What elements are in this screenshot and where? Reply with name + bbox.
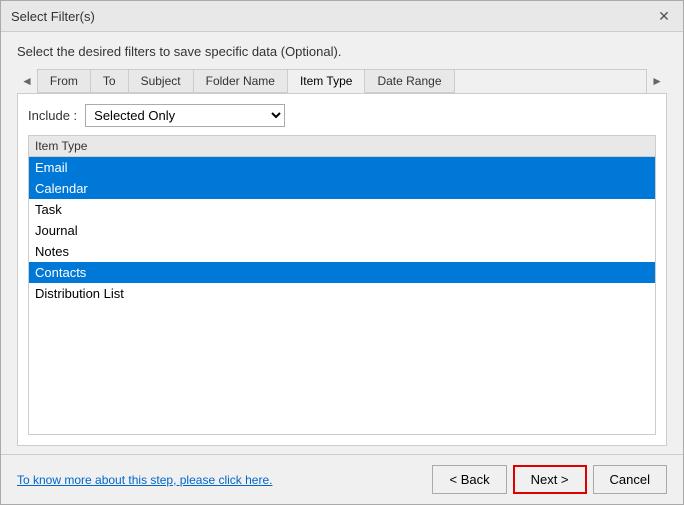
- dialog-body: Select the desired filters to save speci…: [1, 32, 683, 446]
- next-button[interactable]: Next >: [513, 465, 587, 494]
- include-select[interactable]: All Selected Only: [85, 104, 285, 127]
- list-item[interactable]: Journal: [29, 220, 655, 241]
- tab-panel-item-type: Include : All Selected Only Item Type Em…: [17, 93, 667, 446]
- tab-subject[interactable]: Subject: [129, 70, 194, 93]
- list-header: Item Type: [29, 136, 655, 157]
- list-item[interactable]: Task: [29, 199, 655, 220]
- tabs-row: From To Subject Folder Name Item Type Da…: [37, 69, 647, 93]
- dialog-footer: To know more about this step, please cli…: [1, 454, 683, 504]
- list-item[interactable]: Notes: [29, 241, 655, 262]
- item-list-container: Item Type Email Calendar Task Journal No…: [28, 135, 656, 435]
- help-link[interactable]: To know more about this step, please cli…: [17, 473, 272, 487]
- tab-to[interactable]: To: [91, 70, 129, 93]
- tab-arrow-right[interactable]: ►: [647, 72, 667, 90]
- list-header-item-type: Item Type: [35, 139, 649, 153]
- include-row: Include : All Selected Only: [28, 104, 656, 127]
- button-group: < Back Next > Cancel: [432, 465, 667, 494]
- tabs-container: ◄ From To Subject Folder Name Item Type …: [17, 69, 667, 93]
- tab-arrow-left[interactable]: ◄: [17, 72, 37, 90]
- list-body: Email Calendar Task Journal Notes Contac…: [29, 157, 655, 304]
- tab-date-range[interactable]: Date Range: [365, 70, 454, 93]
- title-bar: Select Filter(s) ✕: [1, 1, 683, 32]
- tab-from[interactable]: From: [38, 70, 91, 93]
- list-item[interactable]: Calendar: [29, 178, 655, 199]
- list-item[interactable]: Contacts: [29, 262, 655, 283]
- list-item[interactable]: Email: [29, 157, 655, 178]
- select-filters-dialog: Select Filter(s) ✕ Select the desired fi…: [0, 0, 684, 505]
- close-button[interactable]: ✕: [655, 7, 673, 25]
- instruction-text: Select the desired filters to save speci…: [17, 44, 667, 59]
- dialog-title: Select Filter(s): [11, 9, 95, 24]
- list-item[interactable]: Distribution List: [29, 283, 655, 304]
- tab-item-type[interactable]: Item Type: [288, 70, 365, 93]
- back-button[interactable]: < Back: [432, 465, 506, 494]
- tab-folder-name[interactable]: Folder Name: [194, 70, 288, 93]
- include-label: Include :: [28, 108, 77, 123]
- cancel-button[interactable]: Cancel: [593, 465, 667, 494]
